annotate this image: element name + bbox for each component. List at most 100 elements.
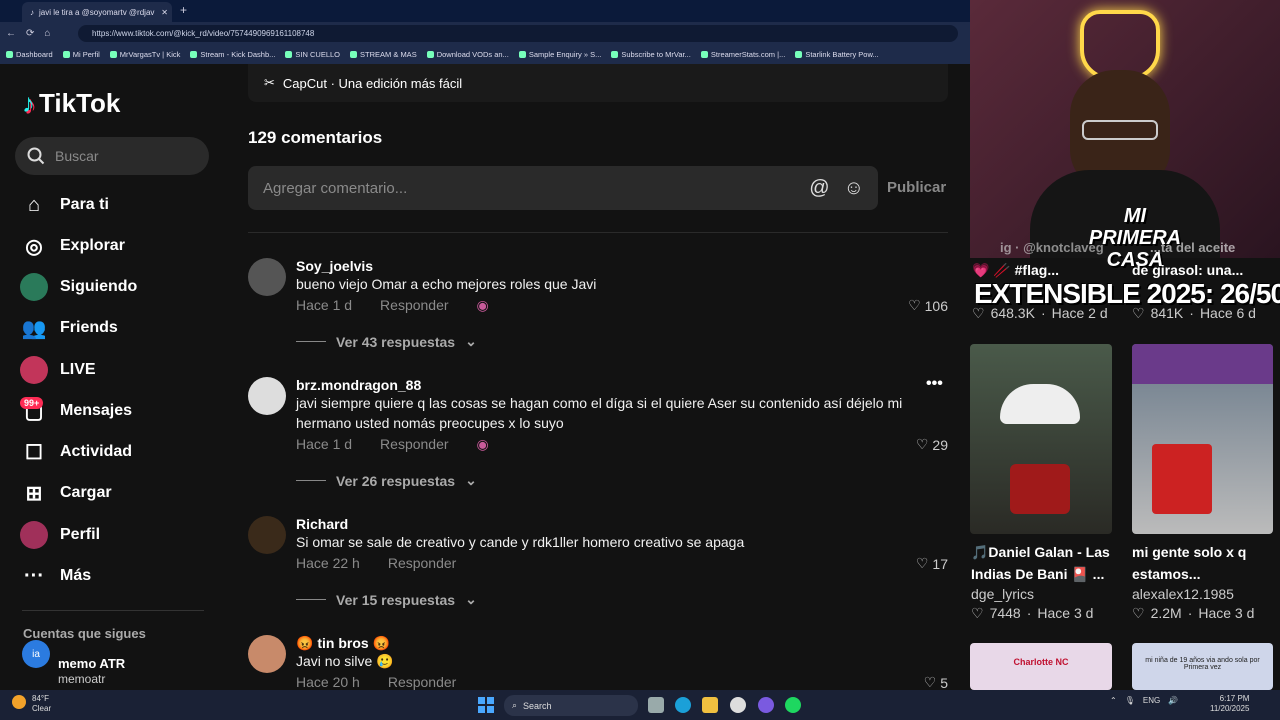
- sidebar-divider: [22, 610, 204, 611]
- mic-icon[interactable]: 🎙: [1125, 696, 1135, 705]
- sidebar-item-perfil[interactable]: Perfil: [20, 520, 100, 550]
- sidebar-item-friends[interactable]: 👥 Friends: [20, 313, 118, 343]
- like-button[interactable]: ♡ 5: [880, 674, 948, 691]
- comment-text: javi siempre quiere q las cosas se hagan…: [296, 395, 903, 431]
- reload-icon[interactable]: ⟳: [26, 28, 34, 39]
- file-explorer-icon[interactable]: [702, 697, 718, 713]
- video-thumbnail[interactable]: [1132, 344, 1273, 534]
- bookmark-item[interactable]: Starlink Battery Pow...: [795, 50, 879, 59]
- tiktok-logo[interactable]: ♪ TikTok: [22, 88, 120, 119]
- task-view-icon[interactable]: [648, 697, 664, 713]
- avatar[interactable]: ia: [22, 640, 50, 668]
- address-bar[interactable]: https://www.tiktok.com/@kick_rd/video/75…: [78, 25, 958, 42]
- settings-icon[interactable]: [730, 697, 746, 713]
- bookmark-item[interactable]: STREAM & MAS: [350, 50, 417, 59]
- close-tab-icon[interactable]: ✕: [161, 8, 168, 17]
- sidebar-item-siguiendo[interactable]: Siguiendo: [20, 272, 137, 302]
- bookmark-item[interactable]: Sample Enquiry » S...: [518, 50, 601, 59]
- back-icon[interactable]: ←: [6, 28, 16, 39]
- avatar[interactable]: [248, 377, 286, 415]
- following-avatar: [20, 273, 48, 301]
- creator-liked-icon: ◉: [476, 297, 489, 313]
- comment-username[interactable]: Richard: [296, 516, 348, 532]
- sidebar-item-explorar[interactable]: ◎ Explorar: [20, 231, 125, 261]
- following-user-name[interactable]: memo ATR: [58, 655, 125, 672]
- video-author[interactable]: dge_lyrics: [971, 586, 1034, 602]
- edge-icon[interactable]: [675, 697, 691, 713]
- mention-icon[interactable]: @: [809, 177, 829, 200]
- sidebar-item-cargar[interactable]: ⊞ Cargar: [20, 478, 112, 508]
- reply-button[interactable]: Responder: [380, 436, 449, 453]
- activity-icon: ☐: [25, 441, 43, 464]
- bookmark-item[interactable]: Subscribe to MrVar...: [611, 50, 691, 59]
- reply-button[interactable]: Responder: [388, 674, 457, 690]
- sidebar-item-actividad[interactable]: ☐ Actividad: [20, 437, 132, 467]
- chevron-down-icon: ⌄: [465, 472, 477, 488]
- avatar[interactable]: [248, 516, 286, 554]
- volume-icon[interactable]: 🔊: [1168, 696, 1178, 705]
- tiktok-favicon-icon: ♪: [30, 7, 34, 17]
- emoji-icon[interactable]: ☺: [844, 177, 864, 200]
- sidebar-item-más[interactable]: ··· Más: [20, 561, 91, 591]
- publish-button[interactable]: Publicar: [887, 179, 946, 196]
- bookmark-icon: [611, 50, 619, 58]
- bookmark-item[interactable]: Stream - Kick Dashb...: [190, 50, 275, 59]
- capcut-banner[interactable]: ✂ CapCut · Una edición más fácil: [248, 64, 948, 102]
- view-replies-button[interactable]: Ver 43 respuestas ⌄: [296, 333, 477, 350]
- video-thumbnail[interactable]: [970, 344, 1112, 534]
- reply-button[interactable]: Responder: [380, 297, 449, 314]
- more-options-icon[interactable]: •••: [926, 375, 943, 393]
- comment-username[interactable]: brz.mondragon_88: [296, 377, 421, 393]
- video-thumbnail[interactable]: mi niña de 19 años via ando sola por Pri…: [1132, 643, 1273, 690]
- search-placeholder: Buscar: [55, 148, 99, 164]
- new-tab-icon[interactable]: +: [180, 3, 187, 17]
- like-button[interactable]: ♡ 29: [880, 436, 948, 453]
- home-browser-icon[interactable]: ⌂: [44, 28, 50, 39]
- like-button[interactable]: ♡ 106: [880, 297, 948, 314]
- video-title[interactable]: 🎵Daniel Galan - Las Indias De Bani 🎴 ...: [971, 541, 1116, 585]
- profile-avatar: [20, 521, 48, 549]
- view-replies-button[interactable]: Ver 15 respuestas ⌄: [296, 591, 477, 608]
- taskbar-clock[interactable]: 6:17 PM 11/20/2025: [1210, 694, 1249, 714]
- chevron-down-icon: ⌄: [465, 591, 477, 607]
- sidebar-item-para-ti[interactable]: ⌂ Para ti: [20, 190, 109, 220]
- spotify-icon[interactable]: [785, 697, 801, 713]
- tray-chevron-icon[interactable]: ⌃: [1110, 696, 1117, 705]
- video-title[interactable]: de girasol: una...: [1132, 262, 1243, 278]
- bookmark-item[interactable]: SIN CUELLO: [285, 50, 340, 59]
- upload-icon: ⊞: [25, 482, 43, 505]
- video-title[interactable]: 💗 🥢 #flag...: [972, 262, 1092, 279]
- stream-overlay-text: EXTENSIBLE 2025: 26/50: [974, 278, 1280, 309]
- bookmark-icon: [350, 50, 358, 58]
- video-thumbnail[interactable]: Charlotte NC: [970, 643, 1112, 690]
- chevron-down-icon: ⌄: [465, 333, 477, 349]
- bookmark-item[interactable]: MrVargasTv | Kick: [109, 50, 180, 59]
- search-input[interactable]: Buscar: [15, 137, 209, 175]
- like-button[interactable]: ♡ 17: [880, 555, 948, 572]
- sidebar-item-live[interactable]: LIVE: [20, 355, 96, 385]
- bookmark-icon: [700, 50, 708, 58]
- comment-text: Si omar se sale de creativo y cande y rd…: [296, 534, 745, 550]
- bookmark-icon: [795, 50, 803, 58]
- avatar[interactable]: [248, 635, 286, 673]
- bookmark-item[interactable]: Download VODs an...: [426, 50, 509, 59]
- discord-icon[interactable]: [758, 697, 774, 713]
- bookmark-item[interactable]: Mi Perfil: [62, 50, 100, 59]
- taskbar-search[interactable]: ⌕ Search: [504, 695, 638, 716]
- bookmark-item[interactable]: StreamerStats.com |...: [700, 50, 785, 59]
- bookmark-icon: [426, 50, 434, 58]
- comment-username[interactable]: 😡 tin bros 😡: [296, 635, 390, 652]
- bookmark-item[interactable]: Dashboard: [6, 50, 53, 59]
- avatar[interactable]: [248, 258, 286, 296]
- comment-input[interactable]: Agregar comentario... @ ☺: [248, 166, 878, 210]
- tab-title: javi le tira a @soyomartv @rdjav: [39, 7, 155, 17]
- comment-meta: Hace 1 d Responder ◉: [296, 297, 489, 314]
- windows-start-icon[interactable]: [478, 697, 494, 713]
- view-replies-button[interactable]: Ver 26 respuestas ⌄: [296, 472, 477, 489]
- heart-icon: ♡: [923, 674, 937, 690]
- video-title[interactable]: mi gente solo x q estamos...: [1132, 541, 1272, 585]
- reply-button[interactable]: Responder: [388, 555, 457, 571]
- video-author[interactable]: alexalex12.1985: [1132, 586, 1234, 602]
- comment-username[interactable]: Soy_joelvis: [296, 258, 373, 274]
- browser-tab[interactable]: ♪ javi le tira a @soyomartv @rdjav ✕: [22, 2, 172, 22]
